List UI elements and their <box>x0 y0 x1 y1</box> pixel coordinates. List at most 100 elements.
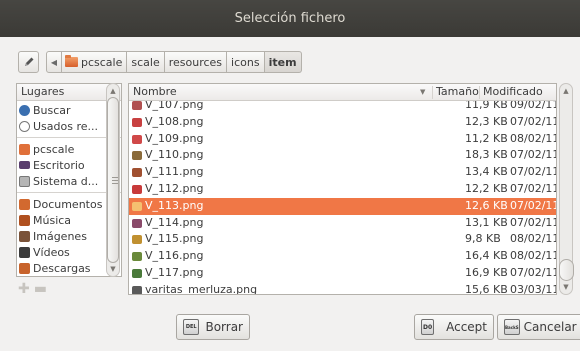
file-row[interactable]: V_116.png 16,4 KB 08/02/11 <box>129 248 556 265</box>
file-modified: 08/02/11 <box>510 249 557 263</box>
file-modified: 08/02/11 <box>510 232 557 246</box>
png-file-icon <box>132 235 142 245</box>
places-scrollbar-thumb[interactable] <box>107 97 119 263</box>
chevron-down-icon[interactable]: ▼ <box>106 263 120 275</box>
png-file-icon <box>132 151 142 161</box>
cancel-button[interactable]: BackS Cancelar <box>497 314 580 340</box>
crumb-item[interactable]: item <box>264 51 302 73</box>
place-label: Descargas <box>33 261 91 275</box>
pictures-folder-icon <box>19 230 30 242</box>
png-file-icon <box>132 268 142 278</box>
file-row[interactable]: V_115.png 9,8 KB 08/02/11 <box>129 231 556 248</box>
file-scrollbar-thumb[interactable] <box>559 259 574 281</box>
file-name: V_116.png <box>145 249 204 263</box>
file-row[interactable]: varitas_merluza.png 15,6 KB 03/03/11 <box>129 282 557 295</box>
file-modified: 07/02/11 <box>510 114 557 128</box>
file-name: V_113.png <box>145 198 204 212</box>
file-name: V_114.png <box>145 215 204 229</box>
file-name: V_109.png <box>145 131 204 145</box>
accept-key-icon: D0 <box>421 319 435 335</box>
file-list: V_107.png 11,9 KB 09/02/11 V_108.png 12,… <box>128 83 557 295</box>
delete-key-icon: DEL <box>183 319 200 335</box>
place-label: Escritorio <box>33 158 85 172</box>
file-row[interactable]: V_108.png 12,3 KB 07/02/11 <box>129 114 556 131</box>
chevron-up-icon[interactable]: ▲ <box>106 85 120 97</box>
delete-button-label: Borrar <box>205 320 243 334</box>
remove-bookmark-icon[interactable]: ▬ <box>34 281 51 297</box>
chevron-up-icon[interactable]: ▲ <box>559 85 573 97</box>
crumb-resources[interactable]: resources <box>164 51 228 73</box>
window-title: Selección fichero <box>0 0 580 37</box>
crumb-pcscale[interactable]: pcscale <box>62 51 128 73</box>
file-row[interactable]: V_110.png 18,3 KB 07/02/11 <box>129 147 556 164</box>
png-file-icon <box>132 168 142 178</box>
file-size: 18,3 KB <box>465 148 508 162</box>
file-modified: 07/02/11 <box>510 148 557 162</box>
file-size: 13,1 KB <box>465 215 508 229</box>
file-name: V_108.png <box>145 114 204 128</box>
file-size: 9,8 KB <box>465 232 501 246</box>
file-size: 15,6 KB <box>465 282 508 295</box>
accept-button[interactable]: D0 Accept <box>414 314 494 340</box>
file-size: 16,4 KB <box>465 249 508 263</box>
folder-icon <box>65 55 78 67</box>
crumb-icons[interactable]: icons <box>227 51 265 73</box>
file-list-scrollbar[interactable]: ▲ ▼ <box>558 83 574 295</box>
chevron-left-icon: ◀ <box>50 57 58 67</box>
file-size: 13,4 KB <box>465 165 508 179</box>
file-name: V_112.png <box>145 181 204 195</box>
file-modified: 03/03/11 <box>510 282 557 295</box>
column-size-header[interactable]: Tamaño <box>436 84 479 100</box>
file-chooser-dialog: Selección fichero ◀ pcscale scale resour… <box>0 0 580 351</box>
place-label: Usados re... <box>33 119 99 133</box>
place-label: Vídeos <box>33 245 70 259</box>
png-file-icon <box>132 101 142 110</box>
file-row-selected[interactable]: V_113.png 12,6 KB 07/02/11 <box>129 197 556 215</box>
file-row[interactable]: V_111.png 13,4 KB 07/02/11 <box>129 164 556 181</box>
file-size: 12,6 KB <box>465 198 508 212</box>
file-size: 12,2 KB <box>465 181 508 195</box>
file-modified: 07/02/11 <box>510 215 557 229</box>
music-folder-icon <box>19 214 30 226</box>
documents-folder-icon <box>19 198 30 210</box>
file-list-header: Nombre ▼ Tamaño Modificado <box>129 84 556 101</box>
delete-button[interactable]: DEL Borrar <box>176 314 250 340</box>
pencil-icon <box>24 57 33 66</box>
crumb-label: resources <box>168 55 223 69</box>
search-icon <box>19 104 30 116</box>
edit-location-button[interactable] <box>18 51 39 73</box>
place-label: Buscar <box>33 103 71 117</box>
file-row[interactable]: V_109.png 11,2 KB 08/02/11 <box>129 131 556 148</box>
column-modified-header[interactable]: Modificado <box>483 84 543 100</box>
crumb-scale[interactable]: scale <box>127 51 165 73</box>
drive-icon <box>19 175 30 187</box>
file-row[interactable]: V_114.png 13,1 KB 07/02/11 <box>129 215 556 232</box>
crumb-label: icons <box>231 55 260 69</box>
file-row[interactable]: V_117.png 16,9 KB 07/02/11 <box>129 265 556 282</box>
path-back-arrow[interactable]: ◀ <box>46 51 62 73</box>
cancel-button-label: Cancelar <box>523 320 577 334</box>
png-file-icon <box>132 252 142 262</box>
file-modified: 07/02/11 <box>510 265 557 279</box>
png-file-icon <box>132 134 142 144</box>
cancel-key-icon: BackS <box>504 319 520 335</box>
file-row[interactable]: V_112.png 12,2 KB 07/02/11 <box>129 181 556 198</box>
png-file-icon <box>132 218 142 228</box>
file-name: varitas_merluza.png <box>145 282 258 295</box>
file-name: V_115.png <box>145 232 204 246</box>
place-label: Imágenes <box>33 229 87 243</box>
place-label: Documentos <box>33 197 103 211</box>
file-size: 12,3 KB <box>465 114 508 128</box>
crumb-label: item <box>268 55 297 69</box>
chevron-down-icon[interactable]: ▼ <box>559 281 573 293</box>
crumb-label: scale <box>131 55 160 69</box>
file-name: V_111.png <box>145 165 204 179</box>
add-bookmark-icon[interactable]: ✚ <box>18 281 34 297</box>
clock-icon <box>19 120 30 132</box>
column-name-header[interactable]: Nombre <box>133 84 177 100</box>
accept-button-label: Accept <box>446 320 487 334</box>
sort-descending-icon: ▼ <box>420 88 426 96</box>
png-file-icon <box>132 201 142 211</box>
places-scrollbar[interactable]: ▲ ▼ <box>106 83 120 277</box>
path-bar: ◀ pcscale scale resources icons item <box>18 51 302 73</box>
